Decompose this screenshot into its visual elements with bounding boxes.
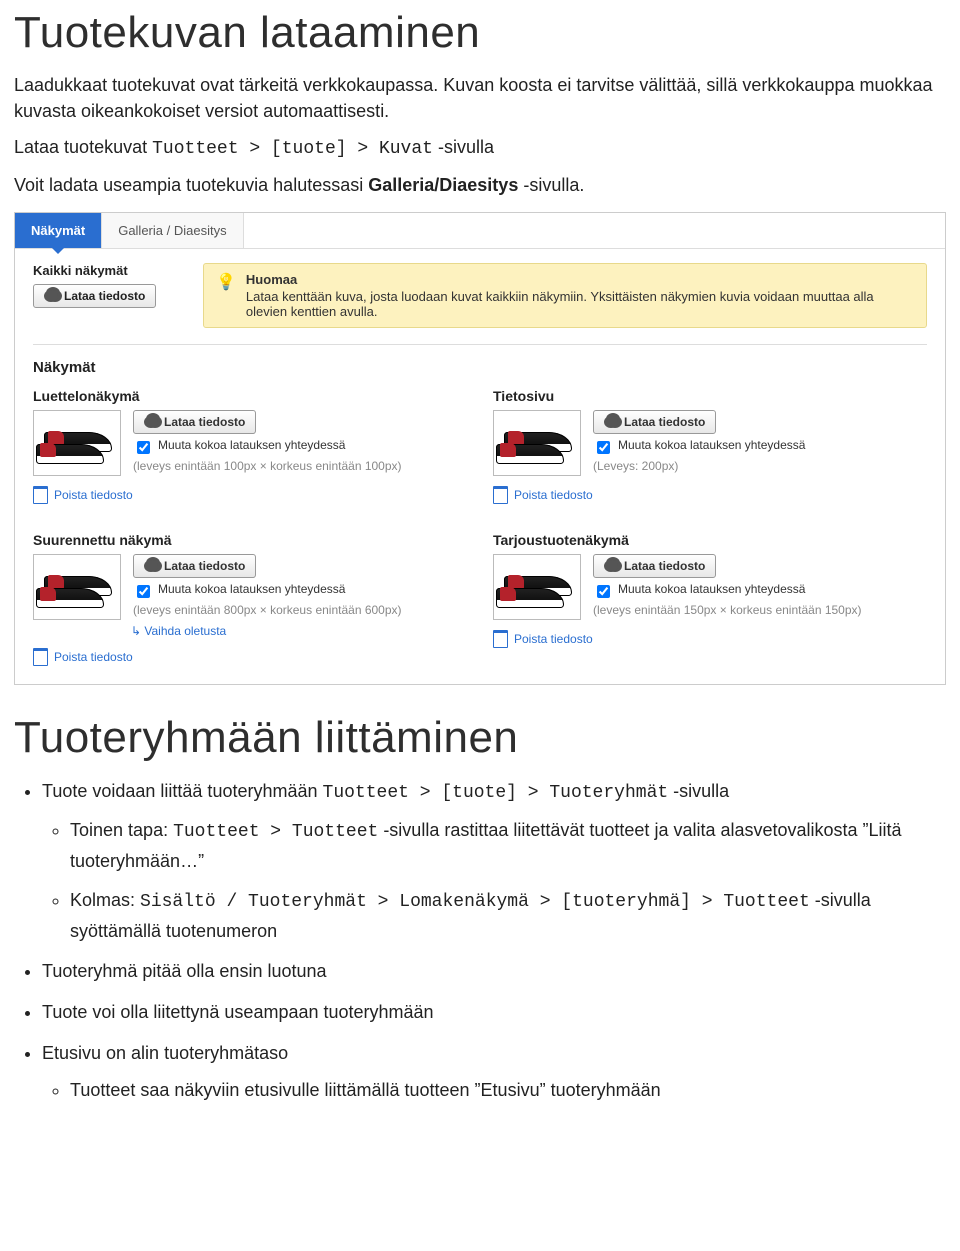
list-item: Etusivu on alin tuoteryhmätaso Tuotteet … bbox=[42, 1039, 946, 1105]
delete-label: Poista tiedosto bbox=[54, 488, 133, 502]
thumbnail bbox=[33, 410, 121, 476]
tab-bar: Näkymät Galleria / Diaesitys bbox=[15, 213, 945, 249]
thumbnail bbox=[493, 554, 581, 620]
upload-button[interactable]: Lataa tiedosto bbox=[593, 410, 716, 434]
all-views-block: Kaikki näkymät Lataa tiedosto bbox=[33, 263, 183, 308]
list-item: Tuotteet saa näkyviin etusivulle liittäm… bbox=[70, 1076, 946, 1105]
resize-label: Muuta kokoa latauksen yhteydessä bbox=[618, 582, 805, 596]
path-tuotteet: Tuotteet > Tuotteet bbox=[173, 822, 378, 842]
text: -sivulla. bbox=[518, 175, 584, 195]
intro-paragraph-3: Voit ladata useampia tuotekuvia halutess… bbox=[14, 172, 946, 198]
upload-button[interactable]: Lataa tiedosto bbox=[593, 554, 716, 578]
view-luettelonakyma: Luettelonäkymä Lataa tiedosto Muuta koko… bbox=[33, 388, 453, 504]
page-title-1: Tuotekuvan lataaminen bbox=[14, 8, 946, 58]
upload-all-label: Lataa tiedosto bbox=[64, 289, 145, 303]
resize-label: Muuta kokoa latauksen yhteydessä bbox=[158, 582, 345, 596]
path-kuvat: Tuotteet > [tuote] > Kuvat bbox=[152, 139, 433, 159]
all-views-title: Kaikki näkymät bbox=[33, 263, 183, 278]
upload-button[interactable]: Lataa tiedosto bbox=[133, 410, 256, 434]
text: Etusivu on alin tuoteryhmätaso bbox=[42, 1043, 288, 1063]
text: Lataa tuotekuvat bbox=[14, 137, 152, 157]
admin-screenshot: Näkymät Galleria / Diaesitys Kaikki näky… bbox=[14, 212, 946, 685]
resize-label: Muuta kokoa latauksen yhteydessä bbox=[158, 438, 345, 452]
view-suurennettu: Suurennettu näkymä Lataa tiedosto Muuta … bbox=[33, 532, 453, 666]
delete-label: Poista tiedosto bbox=[514, 488, 593, 502]
view-tietosivu: Tietosivu Lataa tiedosto Muuta kokoa lat… bbox=[493, 388, 913, 504]
trash-icon bbox=[493, 486, 508, 504]
bullet-list: Tuote voidaan liittää tuoteryhmään Tuott… bbox=[14, 777, 946, 1104]
tab-galleria[interactable]: Galleria / Diaesitys bbox=[102, 213, 243, 248]
delete-label: Poista tiedosto bbox=[514, 632, 593, 646]
view-title: Suurennettu näkymä bbox=[33, 532, 453, 548]
trash-icon bbox=[33, 486, 48, 504]
text: -sivulla bbox=[668, 781, 729, 801]
cloud-icon bbox=[604, 560, 618, 572]
views-section-title: Näkymät bbox=[33, 359, 927, 376]
page-title-2: Tuoteryhmään liittäminen bbox=[14, 713, 946, 763]
delete-file-link[interactable]: Poista tiedosto bbox=[33, 648, 453, 666]
delete-file-link[interactable]: Poista tiedosto bbox=[493, 486, 913, 504]
text: Toinen tapa: bbox=[70, 820, 173, 840]
cloud-icon bbox=[144, 416, 158, 428]
notice-title: Huomaa bbox=[246, 272, 914, 287]
text: Tuote voidaan liittää tuoteryhmään bbox=[42, 781, 323, 801]
notice-body: Lataa kenttään kuva, josta luodaan kuvat… bbox=[246, 289, 874, 319]
thumbnail bbox=[33, 554, 121, 620]
intro-paragraph-1: Laadukkaat tuotekuvat ovat tärkeitä verk… bbox=[14, 72, 946, 124]
view-title: Tietosivu bbox=[493, 388, 913, 404]
thumbnail bbox=[493, 410, 581, 476]
cloud-icon bbox=[144, 560, 158, 572]
info-notice: 💡 Huomaa Lataa kenttään kuva, josta luod… bbox=[203, 263, 927, 328]
dimensions-hint: (leveys enintään 800px × korkeus enintää… bbox=[133, 603, 453, 619]
resize-label: Muuta kokoa latauksen yhteydessä bbox=[618, 438, 805, 452]
dimensions-hint: (Leveys: 200px) bbox=[593, 459, 913, 475]
upload-button[interactable]: Lataa tiedosto bbox=[133, 554, 256, 578]
trash-icon bbox=[33, 648, 48, 666]
text: -sivulla bbox=[433, 137, 494, 157]
upload-label: Lataa tiedosto bbox=[624, 559, 705, 573]
tab-nakymat[interactable]: Näkymät bbox=[15, 213, 102, 248]
upload-all-button[interactable]: Lataa tiedosto bbox=[33, 284, 156, 308]
swap-default-link[interactable]: Vaihda oletusta bbox=[131, 624, 453, 638]
path-tuoteryhmat: Tuotteet > [tuote] > Tuoteryhmät bbox=[323, 783, 669, 803]
list-item: Tuoteryhmä pitää olla ensin luotuna bbox=[42, 957, 946, 986]
upload-label: Lataa tiedosto bbox=[164, 559, 245, 573]
list-item: Toinen tapa: Tuotteet > Tuotteet -sivull… bbox=[70, 816, 946, 876]
text: Kolmas: bbox=[70, 890, 140, 910]
resize-checkbox[interactable] bbox=[137, 441, 150, 454]
divider bbox=[33, 344, 927, 345]
path-sisalto: Sisältö / Tuoteryhmät > Lomakenäkymä > [… bbox=[140, 892, 810, 912]
delete-file-link[interactable]: Poista tiedosto bbox=[33, 486, 453, 504]
cloud-icon bbox=[44, 290, 58, 302]
view-title: Tarjoustuotenäkymä bbox=[493, 532, 913, 548]
text: Voit ladata useampia tuotekuvia halutess… bbox=[14, 175, 368, 195]
galleria-label: Galleria/Diaesitys bbox=[368, 175, 518, 195]
delete-file-link[interactable]: Poista tiedosto bbox=[493, 630, 913, 648]
lightbulb-icon: 💡 bbox=[216, 272, 236, 292]
list-item: Kolmas: Sisältö / Tuoteryhmät > Lomakenä… bbox=[70, 886, 946, 946]
upload-label: Lataa tiedosto bbox=[164, 415, 245, 429]
trash-icon bbox=[493, 630, 508, 648]
list-item: Tuote voi olla liitettynä useampaan tuot… bbox=[42, 998, 946, 1027]
resize-checkbox[interactable] bbox=[597, 585, 610, 598]
upload-label: Lataa tiedosto bbox=[624, 415, 705, 429]
cloud-icon bbox=[604, 416, 618, 428]
resize-checkbox[interactable] bbox=[137, 585, 150, 598]
dimensions-hint: (leveys enintään 150px × korkeus enintää… bbox=[593, 603, 913, 619]
resize-checkbox[interactable] bbox=[597, 441, 610, 454]
view-title: Luettelonäkymä bbox=[33, 388, 453, 404]
intro-paragraph-2: Lataa tuotekuvat Tuotteet > [tuote] > Ku… bbox=[14, 134, 946, 162]
view-tarjoustuote: Tarjoustuotenäkymä Lataa tiedosto Muuta … bbox=[493, 532, 913, 666]
list-item: Tuote voidaan liittää tuoteryhmään Tuott… bbox=[42, 777, 946, 945]
delete-label: Poista tiedosto bbox=[54, 650, 133, 664]
dimensions-hint: (leveys enintään 100px × korkeus enintää… bbox=[133, 459, 453, 475]
